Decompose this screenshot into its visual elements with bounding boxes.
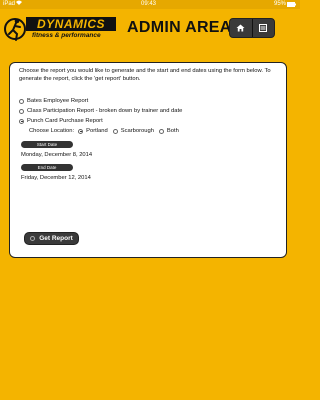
get-report-label: Get Report xyxy=(39,235,73,242)
radio-button[interactable] xyxy=(19,98,24,104)
start-date-button[interactable]: Start Date xyxy=(21,141,73,148)
location-option-label: Portland xyxy=(86,128,108,134)
home-button[interactable] xyxy=(230,19,252,37)
carrier-label: iPad xyxy=(3,1,16,7)
end-date-button[interactable]: End Date xyxy=(21,164,73,171)
end-date-value: Friday, December 12, 2014 xyxy=(21,175,91,181)
nav-button-group xyxy=(229,18,275,38)
report-option-bates[interactable]: Bates Employee Report xyxy=(19,97,88,105)
location-option-portland[interactable]: Portland xyxy=(78,128,108,134)
location-chooser: Choose Location: Portland Scarborough Bo… xyxy=(29,127,184,135)
radio-button[interactable] xyxy=(19,108,24,114)
radio-button[interactable] xyxy=(158,128,164,134)
dynamics-logo: DYNAMICS fitness & performance xyxy=(4,12,116,46)
clock: 09:43 xyxy=(141,1,157,7)
start-date-value: Monday, December 8, 2014 xyxy=(21,152,93,158)
circle-icon xyxy=(30,236,36,241)
report-option-class-participation[interactable]: Class Participation Report - broken down… xyxy=(19,107,182,115)
home-icon xyxy=(236,24,245,32)
app-header: DYNAMICS fitness & performance ADMIN ARE… xyxy=(0,9,300,49)
option-label: Punch Card Purchase Report xyxy=(27,118,103,124)
location-option-both[interactable]: Both xyxy=(158,128,179,134)
option-label: Bates Employee Report xyxy=(27,98,89,104)
get-report-button[interactable]: Get Report xyxy=(24,232,79,245)
location-label: Choose Location: xyxy=(29,128,75,134)
radio-button[interactable] xyxy=(112,128,118,134)
menu-button[interactable] xyxy=(251,19,275,37)
radio-button-selected[interactable] xyxy=(78,128,84,134)
list-icon xyxy=(259,24,268,32)
logo-wordmark: DYNAMICS xyxy=(26,17,116,31)
logo-tagline: fitness & performance xyxy=(32,32,101,39)
option-label: Class Participation Report - broken down… xyxy=(27,108,183,114)
radio-button-selected[interactable] xyxy=(19,118,24,124)
location-option-label: Scarborough xyxy=(120,128,154,134)
instructions-text: Choose the report you would like to gene… xyxy=(19,68,271,82)
status-bar: iPad 09:43 95% xyxy=(0,0,300,9)
report-option-punch-card[interactable]: Punch Card Purchase Report xyxy=(19,117,103,125)
location-option-scarborough[interactable]: Scarborough xyxy=(112,128,154,134)
report-form-panel: Choose the report you would like to gene… xyxy=(9,62,287,258)
location-option-label: Both xyxy=(166,128,179,134)
athlete-logo-icon xyxy=(4,14,26,44)
battery-label: 95% xyxy=(274,1,287,7)
page-title: ADMIN AREA xyxy=(127,19,232,36)
